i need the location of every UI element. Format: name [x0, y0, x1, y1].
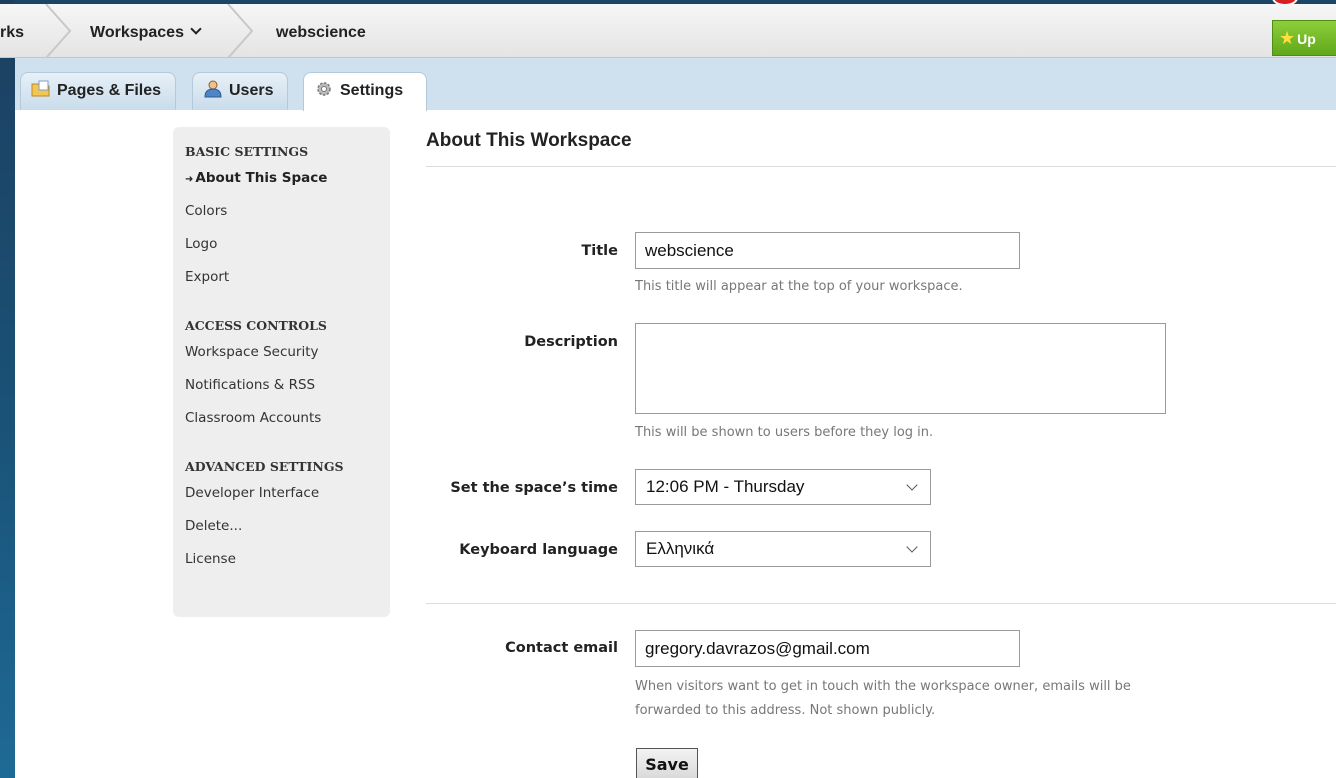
- divider: [426, 166, 1336, 167]
- contact-email-hint-line1: When visitors want to get in touch with …: [635, 679, 1131, 694]
- sidebar-item-label: About This Space: [195, 170, 328, 186]
- sidebar-heading-access: ACCESS CONTROLS: [185, 318, 327, 333]
- save-button[interactable]: Save: [636, 748, 698, 778]
- tab-settings[interactable]: Settings: [303, 72, 427, 111]
- user-icon: [204, 80, 222, 98]
- description-textarea[interactable]: [635, 323, 1166, 414]
- gear-icon: [317, 82, 331, 96]
- tab-label: Users: [229, 82, 274, 99]
- upgrade-button[interactable]: ★ Up: [1272, 20, 1336, 56]
- sidebar-item-license[interactable]: License: [185, 544, 390, 577]
- tab-bar: Pages & Files Users Settings: [15, 58, 1336, 111]
- description-label: Description: [524, 334, 618, 350]
- breadcrumb-item-current[interactable]: webscience: [276, 4, 366, 58]
- tab-label: Settings: [340, 82, 404, 99]
- sidebar-item-export[interactable]: Export: [185, 262, 390, 295]
- breadcrumb-workspaces-label: Workspaces: [90, 24, 184, 41]
- breadcrumb: rks Workspaces webscience ★ Up: [0, 4, 1336, 58]
- sidebar-item-notifications[interactable]: Notifications & RSS: [185, 370, 390, 403]
- breadcrumb-separator-icon: [227, 4, 254, 58]
- keyboard-language-value: Ελληνικά: [646, 539, 715, 558]
- sidebar-item-developer-interface[interactable]: Developer Interface: [185, 478, 390, 511]
- sidebar-item-colors[interactable]: Colors: [185, 196, 390, 229]
- keyboard-language-label: Keyboard language: [459, 542, 618, 558]
- page-title: About This Workspace: [426, 130, 632, 151]
- description-hint: This will be shown to users before they …: [635, 425, 934, 440]
- title-label: Title: [581, 243, 618, 259]
- keyboard-language-select[interactable]: Ελληνικά: [635, 531, 931, 567]
- contact-email-label: Contact email: [505, 640, 618, 656]
- contact-email-hint-line2: forwarded to this address. Not shown pub…: [635, 703, 936, 718]
- sidebar-heading-basic: BASIC SETTINGS: [185, 144, 309, 159]
- desktop-background-strip: [0, 0, 15, 778]
- contact-email-input[interactable]: [635, 630, 1020, 667]
- title-hint: This title will appear at the top of you…: [635, 279, 963, 294]
- tab-users[interactable]: Users: [192, 72, 289, 110]
- sidebar-heading-advanced: ADVANCED SETTINGS: [185, 459, 344, 474]
- chevron-down-icon: [906, 541, 918, 553]
- current-marker-icon: ➜: [185, 174, 194, 185]
- sidebar-item-classroom-accounts[interactable]: Classroom Accounts: [185, 403, 390, 436]
- chevron-down-icon: [190, 23, 202, 35]
- time-select-value: 12:06 PM - Thursday: [646, 477, 805, 496]
- breadcrumb-separator-icon: [45, 4, 72, 58]
- sidebar-item-logo[interactable]: Logo: [185, 229, 390, 262]
- breadcrumb-item-workspaces[interactable]: Workspaces: [90, 4, 202, 58]
- chevron-down-icon: [906, 479, 918, 491]
- title-input[interactable]: [635, 232, 1020, 269]
- settings-sidebar: BASIC SETTINGS ➜ About This Space Colors …: [173, 127, 390, 617]
- tab-label: Pages & Files: [57, 82, 162, 99]
- time-label: Set the space’s time: [450, 480, 618, 496]
- sidebar-item-about[interactable]: ➜ About This Space: [185, 163, 390, 196]
- folder-icon: [31, 80, 50, 97]
- breadcrumb-item-networks[interactable]: rks: [0, 4, 24, 58]
- sidebar-item-workspace-security[interactable]: Workspace Security: [185, 337, 390, 370]
- star-icon: ★: [1279, 28, 1296, 48]
- time-select[interactable]: 12:06 PM - Thursday: [635, 469, 931, 505]
- sidebar-item-delete[interactable]: Delete...: [185, 511, 390, 544]
- tab-pages-files[interactable]: Pages & Files: [20, 72, 177, 110]
- divider: [426, 603, 1336, 604]
- upgrade-label: Up: [1297, 31, 1316, 47]
